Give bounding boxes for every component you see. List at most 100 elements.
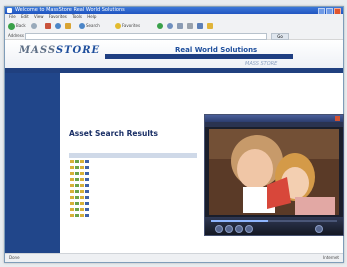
menu-help[interactable]: Help	[87, 14, 96, 19]
table-row[interactable]	[69, 159, 197, 164]
mail-button[interactable]	[177, 22, 184, 30]
zone-text: Internet	[323, 255, 339, 260]
action-icon[interactable]	[75, 166, 79, 169]
table-row[interactable]	[69, 177, 197, 182]
media-player-window	[204, 114, 344, 236]
play-icon[interactable]	[215, 225, 223, 233]
action-icon[interactable]	[80, 166, 84, 169]
action-icon[interactable]	[70, 202, 74, 205]
status-text: Done	[9, 255, 20, 260]
table-row[interactable]	[69, 207, 197, 212]
action-icon[interactable]	[80, 190, 84, 193]
action-icon[interactable]	[75, 184, 79, 187]
status-bar: Done Internet	[5, 253, 343, 262]
home-button[interactable]	[65, 22, 72, 30]
action-icon[interactable]	[70, 166, 74, 169]
menu-edit[interactable]: Edit	[21, 14, 29, 19]
stop-button[interactable]	[45, 22, 52, 30]
action-icon[interactable]	[80, 184, 84, 187]
action-icon[interactable]	[80, 196, 84, 199]
action-icon[interactable]	[70, 178, 74, 181]
seek-progress	[211, 220, 268, 222]
action-icon[interactable]	[85, 160, 89, 163]
window-title: Welcome to MassStore Real World Solution…	[15, 7, 125, 13]
action-icon[interactable]	[70, 190, 74, 193]
edit-button[interactable]	[197, 22, 204, 30]
action-icon[interactable]	[80, 208, 84, 211]
video-still	[209, 129, 339, 215]
menu-view[interactable]: View	[34, 14, 44, 19]
search-button[interactable]: Search	[79, 22, 100, 30]
menu-favorites[interactable]: Favorites	[49, 14, 67, 19]
menu-file[interactable]: File	[9, 14, 16, 19]
table-row[interactable]	[69, 195, 197, 200]
discuss-button[interactable]	[207, 22, 214, 30]
address-input[interactable]	[25, 33, 267, 40]
action-icon[interactable]	[70, 172, 74, 175]
table-row[interactable]	[69, 213, 197, 218]
volume-icon[interactable]	[315, 225, 323, 233]
row-action-icons	[70, 196, 96, 199]
row-action-icons	[70, 172, 96, 175]
action-icon[interactable]	[85, 214, 89, 217]
favorites-button[interactable]: Favorites	[115, 22, 140, 30]
favorites-label: Favorites	[122, 23, 141, 28]
action-icon[interactable]	[75, 160, 79, 163]
table-row[interactable]	[69, 171, 197, 176]
action-icon[interactable]	[75, 196, 79, 199]
action-icon[interactable]	[80, 160, 84, 163]
action-icon[interactable]	[85, 190, 89, 193]
action-icon[interactable]	[80, 172, 84, 175]
table-row[interactable]	[69, 183, 197, 188]
action-icon[interactable]	[85, 178, 89, 181]
menu-tools[interactable]: Tools	[72, 14, 82, 19]
action-icon[interactable]	[75, 190, 79, 193]
table-header	[69, 153, 197, 158]
back-button[interactable]: Back	[8, 22, 26, 30]
stop-icon[interactable]	[225, 225, 233, 233]
action-icon[interactable]	[75, 202, 79, 205]
site-logo[interactable]: MASSSTORE	[19, 45, 100, 56]
action-icon[interactable]	[85, 208, 89, 211]
address-label: Address	[8, 33, 24, 38]
action-icon[interactable]	[80, 214, 84, 217]
forward-arrow-icon	[31, 23, 37, 29]
action-icon[interactable]	[70, 160, 74, 163]
print-button[interactable]	[187, 22, 194, 30]
seek-bar[interactable]	[211, 220, 337, 222]
action-icon[interactable]	[70, 214, 74, 217]
player-title-bar	[205, 115, 343, 122]
action-icon[interactable]	[85, 202, 89, 205]
title-bar: Welcome to MassStore Real World Solution…	[5, 7, 343, 15]
action-icon[interactable]	[80, 202, 84, 205]
folder-icon	[207, 23, 213, 29]
row-action-icons	[70, 184, 96, 187]
action-icon[interactable]	[75, 214, 79, 217]
previous-icon[interactable]	[235, 225, 243, 233]
action-icon[interactable]	[75, 178, 79, 181]
next-icon[interactable]	[245, 225, 253, 233]
action-icon[interactable]	[85, 196, 89, 199]
player-close-button[interactable]	[335, 116, 340, 121]
action-icon[interactable]	[85, 172, 89, 175]
action-icon[interactable]	[80, 178, 84, 181]
action-icon[interactable]	[85, 184, 89, 187]
refresh-button[interactable]	[55, 22, 62, 30]
go-button[interactable]: Go	[271, 33, 289, 40]
action-icon[interactable]	[70, 196, 74, 199]
forward-button[interactable]	[31, 22, 38, 30]
table-row[interactable]	[69, 165, 197, 170]
action-icon[interactable]	[85, 166, 89, 169]
site-nav-strip	[105, 54, 293, 59]
action-icon[interactable]	[75, 172, 79, 175]
logo-mass: MASS	[19, 45, 56, 56]
media-button[interactable]	[157, 22, 164, 30]
row-action-icons	[70, 214, 96, 217]
table-row[interactable]	[69, 201, 197, 206]
action-icon[interactable]	[75, 208, 79, 211]
table-row[interactable]	[69, 189, 197, 194]
history-button[interactable]	[167, 22, 174, 30]
action-icon[interactable]	[70, 184, 74, 187]
action-icon[interactable]	[70, 208, 74, 211]
page-title: Asset Search Results	[69, 129, 158, 138]
